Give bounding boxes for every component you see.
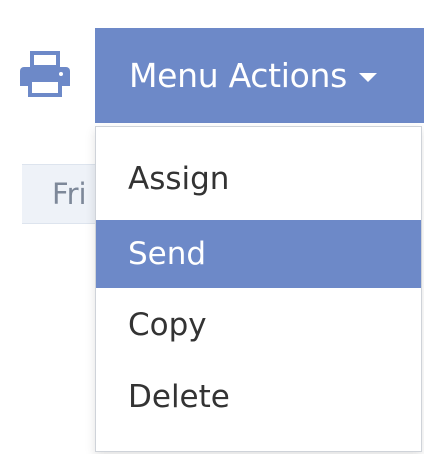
- menu-actions-dropdown: Assign Send Copy Delete: [95, 126, 422, 452]
- day-label: Fri: [52, 177, 87, 211]
- menu-item-label: Copy: [128, 307, 207, 343]
- menu-item-delete[interactable]: Delete: [96, 363, 421, 431]
- printer-icon[interactable]: [18, 50, 72, 98]
- menu-item-copy[interactable]: Copy: [96, 291, 421, 359]
- menu-actions-label: Menu Actions: [129, 56, 348, 95]
- menu-item-label: Assign: [128, 161, 230, 197]
- menu-item-label: Delete: [128, 379, 230, 415]
- caret-down-icon: [359, 73, 378, 82]
- menu-item-assign[interactable]: Assign: [96, 145, 421, 213]
- menu-actions-button[interactable]: Menu Actions: [95, 28, 424, 123]
- menu-actions-screen: Fri Menu Actions Assign Send Copy Delete: [0, 0, 424, 454]
- menu-item-send[interactable]: Send: [96, 220, 421, 288]
- menu-item-label: Send: [128, 236, 207, 272]
